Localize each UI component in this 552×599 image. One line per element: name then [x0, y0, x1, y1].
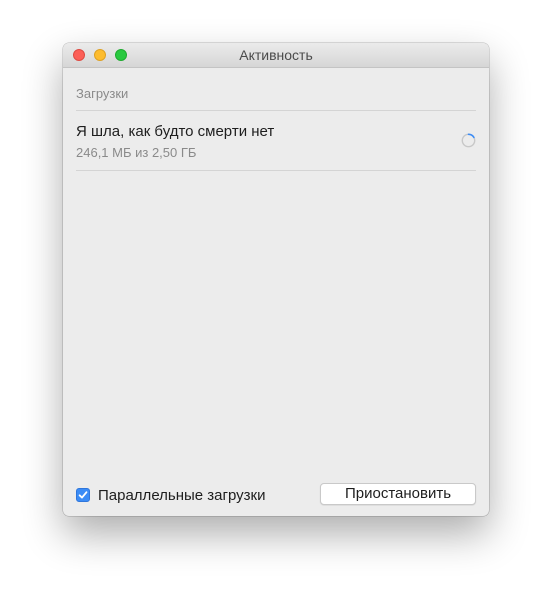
download-item[interactable]: Я шла, как будто смерти нет 246,1 МБ из … — [76, 111, 476, 169]
checkbox-checked[interactable] — [76, 488, 90, 502]
divider — [76, 170, 476, 171]
parallel-downloads-checkbox[interactable]: Параллельные загрузки — [76, 486, 265, 504]
activity-window: Активность Загрузки Я шла, как будто сме… — [63, 43, 489, 516]
download-progress-text: 246,1 МБ из 2,50 ГБ — [76, 145, 197, 160]
download-title: Я шла, как будто смерти нет — [76, 123, 275, 140]
title-bar[interactable]: Активность — [63, 43, 489, 68]
spinner-icon — [461, 133, 476, 148]
parallel-downloads-label: Параллельные загрузки — [98, 486, 266, 504]
downloads-section-header: Загрузки — [76, 86, 129, 101]
window-title: Активность — [239, 47, 313, 63]
pause-button[interactable]: Приостановить — [320, 483, 476, 505]
checkmark-icon — [78, 491, 88, 499]
